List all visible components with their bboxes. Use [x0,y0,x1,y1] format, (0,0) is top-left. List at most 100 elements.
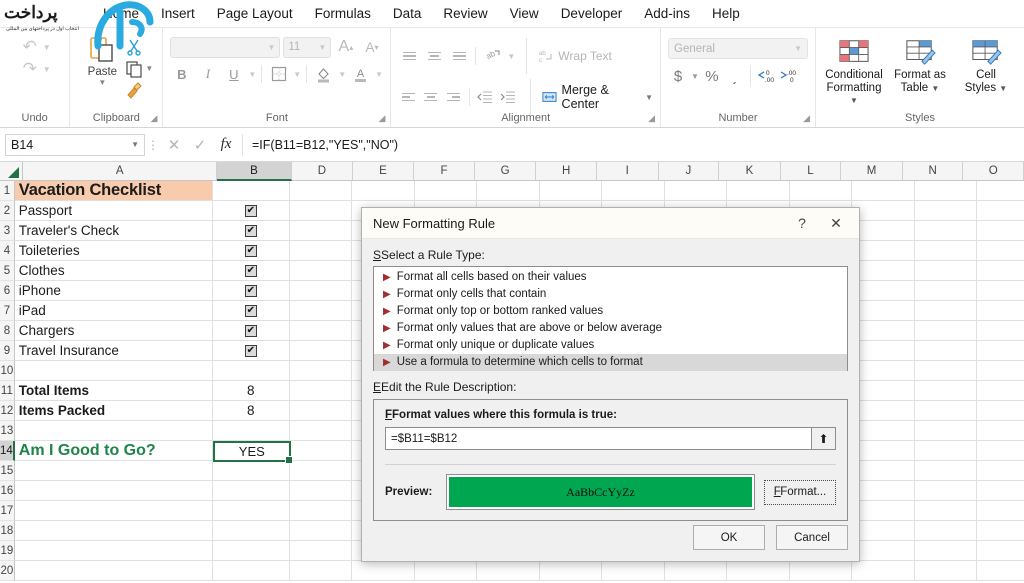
tab-formulas[interactable]: Formulas [304,0,382,28]
conditional-formatting-button[interactable]: Conditional Formatting ▼ [823,37,885,108]
cell-N17[interactable] [914,501,977,521]
rule-formula-input[interactable]: =$B11=$B12 [385,427,812,450]
cell-D1[interactable] [289,181,352,201]
cell-B16[interactable] [212,481,290,501]
select-all-corner[interactable] [0,162,24,181]
cell-A11[interactable]: Total Items [14,381,213,401]
cell-A13[interactable] [14,421,213,441]
increase-decimal-button[interactable]: .00 0 [779,65,799,87]
font-dialog-launcher-icon[interactable]: ◢ [378,113,385,124]
cancel-entry-button[interactable]: ✕ [161,133,187,157]
tab-view[interactable]: View [499,0,550,28]
undo-button[interactable]: ↶ ▼ [19,37,51,57]
copy-button[interactable]: ▼ [125,58,153,79]
cell-D15[interactable] [289,461,352,481]
cell-D9[interactable] [289,341,352,361]
cell-A5[interactable]: Clothes [14,261,213,281]
cell-B10[interactable] [212,361,290,381]
cell-D11[interactable] [289,381,352,401]
tab-data[interactable]: Data [382,0,433,28]
cell-B19[interactable] [212,541,290,561]
row-header-8[interactable]: 8 [0,321,15,341]
cell-B14[interactable] [212,441,290,461]
cell-O19[interactable] [976,541,1024,561]
row-header-19[interactable]: 19 [0,541,15,561]
cell-O6[interactable] [976,281,1024,301]
align-left-button[interactable] [398,87,418,107]
cell-B20[interactable] [212,561,290,581]
cell-B18[interactable] [212,521,290,541]
cell-N7[interactable] [914,301,977,321]
cell-A1[interactable]: Vacation Checklist [14,181,213,201]
cell-A19[interactable] [14,541,213,561]
merge-and-center-button[interactable]: Merge & Center ▼ [542,83,653,111]
cell-D14[interactable] [289,441,352,461]
borders-button[interactable] [267,63,290,85]
wrap-text-button[interactable]: ab c Wrap Text [538,45,612,67]
column-header-N[interactable]: N [902,162,964,181]
cell-M5[interactable] [851,261,915,281]
cell-N5[interactable] [914,261,977,281]
cell-A2[interactable]: Passport [14,201,213,221]
checkbox-ipad[interactable]: ✔ [244,304,257,317]
paste-button[interactable]: Paste ▼ [79,33,125,87]
cell-G1[interactable] [476,181,540,201]
cell-B9[interactable]: ✔ [212,341,290,361]
rule-type-option-2[interactable]: ▶ Format only top or bottom ranked value… [374,303,847,320]
cell-O14[interactable] [976,441,1024,461]
cell-D19[interactable] [289,541,352,561]
checkbox-chargers[interactable]: ✔ [244,324,257,337]
cell-N20[interactable] [914,561,977,581]
cell-M8[interactable] [851,321,915,341]
cell-N8[interactable] [914,321,977,341]
cell-N9[interactable] [914,341,977,361]
cell-O7[interactable] [976,301,1024,321]
cell-A9[interactable]: Travel Insurance [14,341,213,361]
chevron-down-icon[interactable]: ▼ [645,93,653,102]
column-header-G[interactable]: G [474,162,537,181]
italic-button[interactable]: I [196,63,219,85]
alignment-dialog-launcher-icon[interactable]: ◢ [648,113,655,124]
cell-A17[interactable] [14,501,213,521]
clipboard-dialog-launcher-icon[interactable]: ◢ [150,113,157,124]
row-header-7[interactable]: 7 [0,301,15,321]
format-button[interactable]: F Format... [764,479,836,505]
decrease-indent-button[interactable] [474,86,495,108]
cell-N19[interactable] [914,541,977,561]
cell-O5[interactable] [976,261,1024,281]
cell-I1[interactable] [601,181,665,201]
cell-K1[interactable] [726,181,790,201]
align-bottom-button[interactable] [448,46,470,66]
cell-A18[interactable] [14,521,213,541]
cell-E1[interactable] [351,181,415,201]
cell-M3[interactable] [851,221,915,241]
tab-developer[interactable]: Developer [550,0,634,28]
column-header-J[interactable]: J [658,162,720,181]
bold-button[interactable]: B [170,63,193,85]
cell-A6[interactable]: iPhone [14,281,213,301]
format-as-table-button[interactable]: Format as Table ▼ [889,37,951,95]
name-box[interactable]: B14 ▼ [5,133,145,156]
cell-I20[interactable] [601,561,665,581]
cell-O4[interactable] [976,241,1024,261]
number-format-select[interactable]: General ▼ [668,38,808,59]
checkbox-travel-insurance[interactable]: ✔ [244,344,257,357]
chevron-down-icon[interactable]: ▼ [691,72,699,81]
cell-A4[interactable]: Toileteries [14,241,213,261]
cell-M12[interactable] [851,401,915,421]
format-painter-button[interactable] [125,80,153,101]
cell-M19[interactable] [851,541,915,561]
column-header-I[interactable]: I [596,162,659,181]
cell-D12[interactable] [289,401,352,421]
align-center-button[interactable] [421,87,441,107]
cell-M4[interactable] [851,241,915,261]
checkbox-iphone[interactable]: ✔ [244,284,257,297]
cell-O8[interactable] [976,321,1024,341]
cell-N2[interactable] [914,201,977,221]
cell-M18[interactable] [851,521,915,541]
cell-N3[interactable] [914,221,977,241]
cell-A3[interactable]: Traveler's Check [14,221,213,241]
cell-B6[interactable]: ✔ [212,281,290,301]
cell-M13[interactable] [851,421,915,441]
cell-B13[interactable] [212,421,290,441]
